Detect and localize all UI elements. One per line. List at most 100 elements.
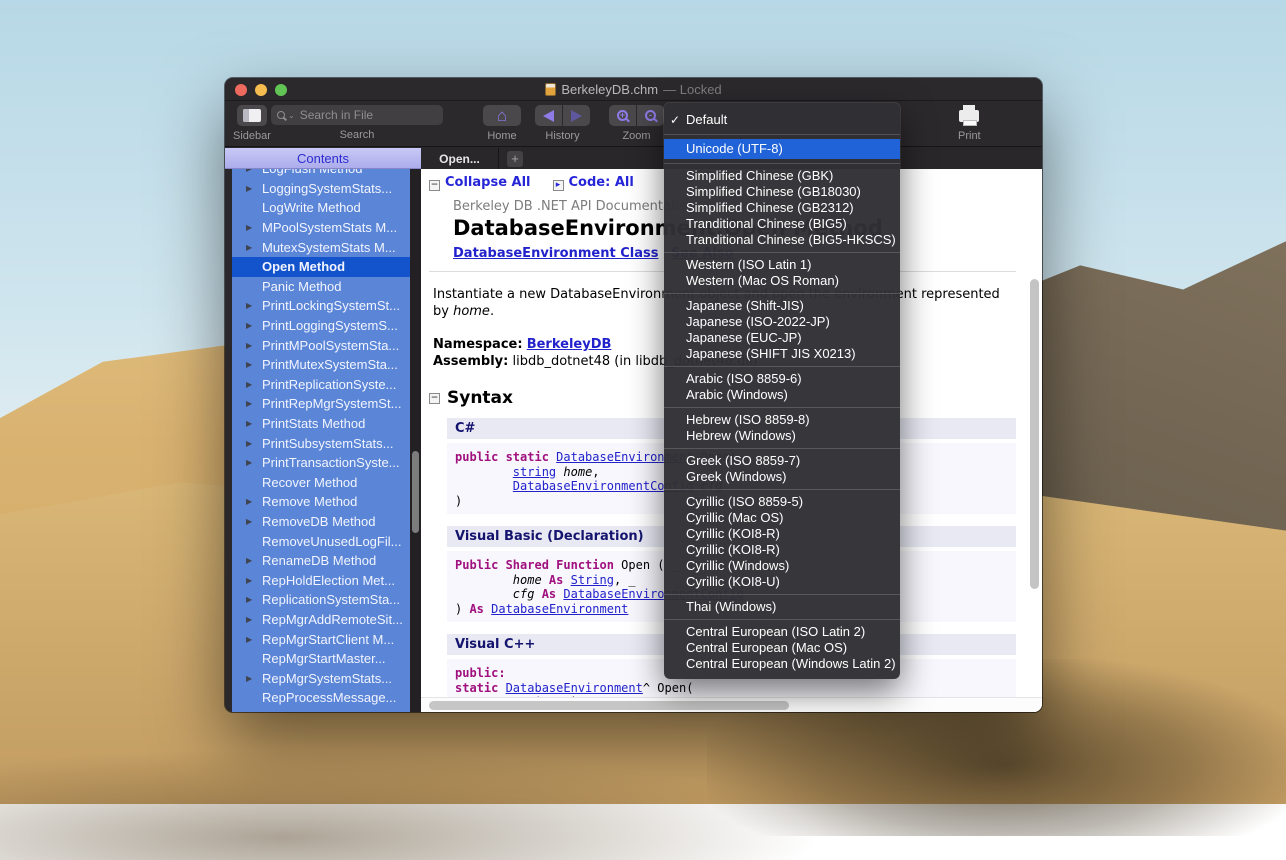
disclosure-triangle-icon[interactable]: ▶ [246, 556, 262, 565]
vertical-scrollbar-thumb[interactable] [1030, 279, 1039, 589]
sidebar-item[interactable]: ▶PrintLoggingSystemS... [232, 316, 410, 336]
zoom-out-button[interactable]: - [637, 105, 664, 126]
sidebar-item[interactable]: ▶PrintStats Method [232, 414, 410, 434]
forward-button[interactable] [563, 105, 590, 126]
disclosure-triangle-icon[interactable]: ▶ [246, 301, 262, 310]
sidebar-item[interactable]: ▶PrintMPoolSystemSta... [232, 335, 410, 355]
back-button[interactable] [535, 105, 562, 126]
menu-item[interactable]: Arabic (Windows) [664, 387, 900, 403]
sidebar-item[interactable]: Panic Method [232, 277, 410, 297]
sidebar-item[interactable]: ▶RepMgrStartClient M... [232, 629, 410, 649]
menu-item[interactable]: Greek (ISO 8859-7) [664, 453, 900, 469]
sidebar-item[interactable]: Recover Method [232, 473, 410, 493]
contents-tree[interactable]: ▶LogFlush Method▶LoggingSystemStats...Lo… [232, 169, 410, 712]
zoom-window-button[interactable] [275, 84, 287, 96]
menu-item[interactable]: Simplified Chinese (GBK) [664, 168, 900, 184]
sidebar-item[interactable]: ▶RepHoldElection Met... [232, 570, 410, 590]
sidebar-scrollbar[interactable] [410, 169, 421, 712]
search-field[interactable]: ⌄ [271, 105, 443, 125]
sidebar-item[interactable]: ▶PrintMutexSystemSta... [232, 355, 410, 375]
menu-item[interactable]: Thai (Windows) [664, 599, 900, 615]
menu-item[interactable]: Cyrillic (Windows) [664, 558, 900, 574]
menu-item[interactable]: Cyrillic (KOI8-U) [664, 574, 900, 590]
menu-item[interactable]: Hebrew (Windows) [664, 428, 900, 444]
menu-item[interactable]: Western (Mac OS Roman) [664, 273, 900, 289]
menu-item[interactable]: Central European (ISO Latin 2) [664, 624, 900, 640]
minimize-button[interactable] [255, 84, 267, 96]
sidebar-item[interactable]: RemoveUnusedLogFil... [232, 531, 410, 551]
disclosure-triangle-icon[interactable]: ▶ [246, 439, 262, 448]
sidebar-item[interactable]: ▶MPoolSystemStats M... [232, 218, 410, 238]
sidebar-item[interactable]: ▶RepMgrSystemStats... [232, 668, 410, 688]
disclosure-triangle-icon[interactable]: ▶ [246, 341, 262, 350]
sidebar-item[interactable]: ▶RepMgrAddRemoteSit... [232, 610, 410, 630]
menu-item[interactable]: Western (ISO Latin 1) [664, 257, 900, 273]
sidebar-scrollbar-thumb[interactable] [412, 451, 419, 533]
menu-item[interactable]: Tranditional Chinese (BIG5-HKSCS) [664, 232, 900, 248]
disclosure-triangle-icon[interactable]: ▶ [246, 576, 262, 585]
sidebar-item[interactable]: LogWrite Method [232, 198, 410, 218]
sidebar-item[interactable]: RepMgrStartMaster... [232, 649, 410, 669]
menu-item[interactable]: Unicode (UTF-8) [664, 139, 900, 159]
disclosure-triangle-icon[interactable]: ▶ [246, 615, 262, 624]
menu-item[interactable]: Japanese (Shift-JIS) [664, 298, 900, 314]
menu-item[interactable]: Central European (Windows Latin 2) [664, 656, 900, 672]
menu-item[interactable]: Hebrew (ISO 8859-8) [664, 412, 900, 428]
disclosure-triangle-icon[interactable]: ▶ [246, 380, 262, 389]
sidebar-item[interactable]: ▶PrintSubsystemStats... [232, 433, 410, 453]
zoom-in-button[interactable]: + [609, 105, 636, 126]
disclosure-triangle-icon[interactable]: ▶ [246, 674, 262, 683]
disclosure-triangle-icon[interactable]: ▶ [246, 184, 262, 193]
sidebar-item[interactable]: ▶LogFlush Method [232, 169, 410, 179]
search-input[interactable] [300, 108, 420, 122]
add-tab-button[interactable]: + [507, 151, 523, 167]
horizontal-scrollbar-thumb[interactable] [429, 701, 789, 710]
sidebar-item[interactable]: Open Method [232, 257, 410, 277]
sidebar-item[interactable]: ▶PrintReplicationSyste... [232, 375, 410, 395]
sidebar-item[interactable]: ▶MutexSystemStats M... [232, 237, 410, 257]
collapse-section-icon[interactable]: − [429, 393, 440, 404]
code-link[interactable]: String [571, 573, 614, 587]
code-filter-link[interactable]: ▸Code: All [553, 175, 634, 191]
menu-item[interactable]: Cyrillic (Mac OS) [664, 510, 900, 526]
disclosure-triangle-icon[interactable]: ▶ [246, 321, 262, 330]
menu-item[interactable]: Greek (Windows) [664, 469, 900, 485]
sidebar-item[interactable]: ▶ReplicationSystemSta... [232, 590, 410, 610]
code-link[interactable]: DatabaseEnvironment [491, 602, 628, 616]
disclosure-triangle-icon[interactable]: ▶ [246, 243, 262, 252]
menu-item[interactable]: Cyrillic (ISO 8859-5) [664, 494, 900, 510]
menu-item[interactable]: Cyrillic (KOI8-R) [664, 542, 900, 558]
home-button[interactable]: ⌂ [483, 105, 521, 126]
menu-item[interactable]: Arabic (ISO 8859-6) [664, 371, 900, 387]
disclosure-triangle-icon[interactable]: ▶ [246, 419, 262, 428]
titlebar[interactable]: BerkeleyDB.chm — Locked [225, 78, 1042, 101]
menu-item[interactable]: Central European (Mac OS) [664, 640, 900, 656]
disclosure-triangle-icon[interactable]: ▶ [246, 458, 262, 467]
class-link[interactable]: DatabaseEnvironment Class [453, 246, 658, 261]
sidebar-item[interactable]: ▶RemoveDB Method [232, 512, 410, 532]
disclosure-triangle-icon[interactable]: ▶ [246, 595, 262, 604]
menu-item[interactable]: Japanese (SHIFT JIS X0213) [664, 346, 900, 362]
contents-header[interactable]: Contents [225, 148, 421, 169]
disclosure-triangle-icon[interactable]: ▶ [246, 169, 262, 173]
sidebar-item[interactable]: ▶RenameDB Method [232, 551, 410, 571]
disclosure-triangle-icon[interactable]: ▶ [246, 497, 262, 506]
menu-item[interactable]: Japanese (ISO-2022-JP) [664, 314, 900, 330]
disclosure-triangle-icon[interactable]: ▶ [246, 517, 262, 526]
collapse-all-link[interactable]: −Collapse All [429, 175, 531, 191]
sidebar-item[interactable]: ▶LoggingSystemStats... [232, 179, 410, 199]
namespace-link[interactable]: BerkeleyDB [527, 337, 612, 352]
sidebar-item[interactable]: ▶PrintLockingSystemSt... [232, 296, 410, 316]
menu-item[interactable]: Simplified Chinese (GB2312) [664, 200, 900, 216]
tab-open[interactable]: Open... [421, 148, 499, 169]
menu-item[interactable]: ✓Default [664, 110, 900, 130]
close-button[interactable] [235, 84, 247, 96]
disclosure-triangle-icon[interactable]: ▶ [246, 399, 262, 408]
sidebar-toggle-button[interactable] [237, 105, 267, 126]
menu-item[interactable]: Tranditional Chinese (BIG5) [664, 216, 900, 232]
sidebar-item[interactable]: ▶Remove Method [232, 492, 410, 512]
disclosure-triangle-icon[interactable]: ▶ [246, 360, 262, 369]
code-link[interactable]: DatabaseEnvironment [506, 681, 643, 695]
menu-item[interactable]: Cyrillic (KOI8-R) [664, 526, 900, 542]
disclosure-triangle-icon[interactable]: ▶ [246, 223, 262, 232]
